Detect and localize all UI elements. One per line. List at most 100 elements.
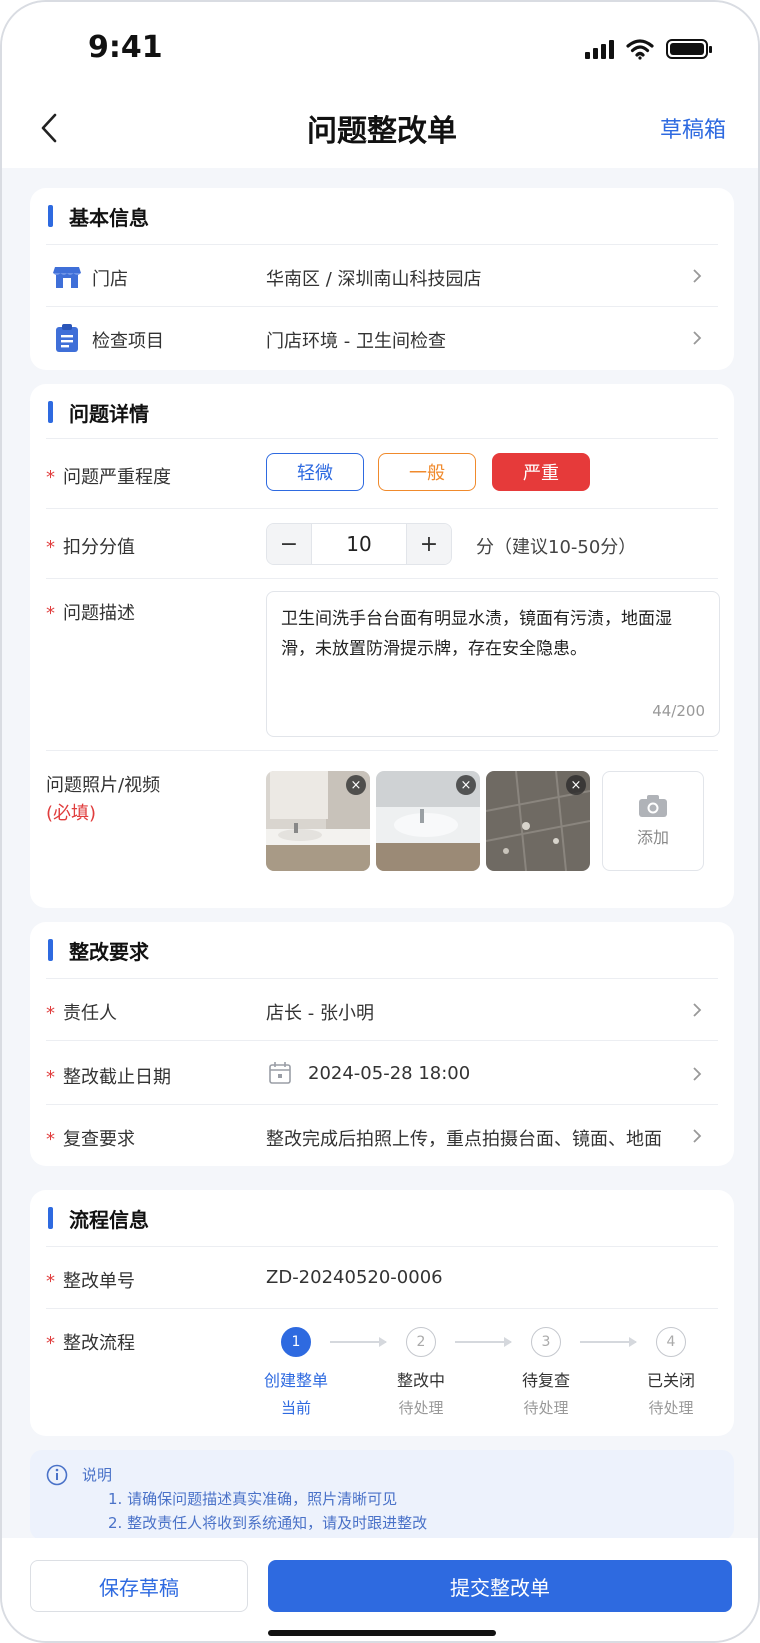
add-photo-button[interactable]: 添加	[602, 771, 704, 871]
note-title: 说明	[82, 1466, 113, 1484]
description-label: * 问题描述	[46, 603, 135, 624]
severity-label: * 问题严重程度	[46, 467, 171, 488]
step-number: 4	[656, 1327, 686, 1357]
description-text: 卫生间洗手台台面有明显水渍，镜面有污渍，地面湿滑，未放置防滑提示牌，存在安全隐患…	[281, 609, 672, 659]
severity-severe-button[interactable]: 严重	[492, 453, 590, 491]
section-title: 整改要求	[48, 936, 149, 964]
deduction-input[interactable]: 10	[311, 524, 407, 564]
bottom-action-bar: 保存草稿 提交整改单	[2, 1538, 758, 1641]
photos-required: (必填)	[46, 803, 97, 824]
add-photo-label: 添加	[636, 828, 669, 847]
description-row: * 问题描述 卫生间洗手台台面有明显水渍，镜面有污渍，地面湿滑，未放置防滑提示牌，…	[46, 578, 720, 750]
step-state: 当前	[280, 1399, 311, 1417]
severity-row: * 问题严重程度 轻微 一般 严重	[46, 438, 718, 508]
deduction-row: * 扣分分值 − 10 + 分（建议10-50分）	[46, 508, 718, 578]
basic-info-card: 基本信息 门店 华南区 / 深圳南山科技园店 检查项目 门店环境 - 卫生间检查	[30, 188, 734, 370]
increment-button[interactable]: +	[407, 524, 451, 564]
flow-row: * 整改流程 1 创建整单 当前 2 整改中 待处理 3 待复查 待处理 4 已…	[46, 1308, 718, 1434]
store-icon	[52, 261, 82, 291]
submit-button[interactable]: 提交整改单	[268, 1560, 732, 1612]
drafts-link[interactable]: 草稿箱	[660, 112, 726, 144]
step-closed: 4 已关闭 待处理	[621, 1327, 721, 1418]
store-label: 门店	[92, 269, 128, 290]
order-number-value: ZD-20240520-0006	[266, 1267, 443, 1288]
camera-icon	[639, 795, 667, 817]
owner-label: * 责任人	[46, 1003, 117, 1024]
deduction-label: * 扣分分值	[46, 537, 135, 558]
store-value: 华南区 / 深圳南山科技园店	[266, 269, 482, 290]
decrement-button[interactable]: −	[267, 524, 311, 564]
store-row[interactable]: 门店 华南区 / 深圳南山科技园店	[46, 244, 718, 306]
deduction-stepper: − 10 +	[266, 523, 452, 565]
save-draft-button[interactable]: 保存草稿	[30, 1560, 248, 1612]
inspection-label: 检查项目	[92, 331, 164, 352]
status-icons	[585, 38, 712, 60]
recheck-label: * 复查要求	[46, 1129, 135, 1150]
photos-row: 问题照片/视频 (必填) × × × 添加	[46, 750, 718, 890]
severity-minor-button[interactable]: 轻微	[266, 453, 364, 491]
issue-details-card: 问题详情 * 问题严重程度 轻微 一般 严重 * 扣分分值 − 10 + 分（建议1…	[30, 384, 734, 908]
section-title: 基本信息	[48, 202, 149, 230]
step-name: 已关闭	[646, 1371, 695, 1390]
order-number-label: * 整改单号	[46, 1271, 135, 1292]
step-number: 2	[406, 1327, 436, 1357]
step-number: 3	[531, 1327, 561, 1357]
wifi-icon	[626, 39, 654, 60]
chevron-right-icon	[693, 1129, 702, 1143]
deadline-row[interactable]: * 整改截止日期 2024-05-28 18:00	[46, 1040, 718, 1104]
step-number: 1	[281, 1327, 311, 1357]
signal-icon	[585, 39, 614, 59]
step-name: 整改中	[396, 1371, 445, 1390]
order-number-row: * 整改单号 ZD-20240520-0006	[46, 1246, 718, 1308]
info-note: 说明 1. 请确保问题描述真实准确，照片清晰可见 2. 整改责任人将收到系统通知…	[30, 1450, 734, 1540]
recheck-row[interactable]: * 复查要求 整改完成后拍照上传，重点拍摄台面、镜面、地面	[46, 1104, 718, 1166]
severity-normal-button[interactable]: 一般	[378, 453, 476, 491]
deadline-label: * 整改截止日期	[46, 1067, 171, 1088]
remove-photo-button[interactable]: ×	[456, 775, 476, 795]
photo-thumbnail[interactable]: ×	[376, 771, 480, 871]
battery-icon	[666, 39, 712, 59]
step-state: 待处理	[523, 1399, 569, 1417]
step-recheck: 3 待复查 待处理	[496, 1327, 596, 1418]
status-time: 9:41	[88, 30, 163, 65]
chevron-right-icon	[693, 1003, 702, 1017]
deadline-value: 2024-05-28 18:00	[308, 1063, 471, 1084]
note-line: 1. 请确保问题描述真实准确，照片清晰可见	[108, 1490, 398, 1508]
char-counter: 44/200	[652, 702, 705, 720]
step-name: 待复查	[521, 1371, 570, 1390]
photos-label: 问题照片/视频	[46, 775, 161, 796]
deduction-hint: 分（建议10-50分）	[476, 537, 637, 558]
phone-screen: 9:41 问题整改单 草稿箱 基本信息 门店 华南区 / 深圳南山科技园店 检查…	[0, 0, 760, 1643]
process-info-card: 流程信息 * 整改单号 ZD-20240520-0006 * 整改流程 1 创建整单…	[30, 1190, 734, 1436]
rectify-requirements-card: 整改要求 * 责任人 店长 - 张小明 * 整改截止日期 2024-05-28 18…	[30, 922, 734, 1166]
description-textarea[interactable]: 卫生间洗手台台面有明显水渍，镜面有污渍，地面湿滑，未放置防滑提示牌，存在安全隐患…	[266, 591, 720, 737]
chevron-right-icon	[693, 1067, 702, 1081]
owner-row[interactable]: * 责任人 店长 - 张小明	[46, 978, 718, 1040]
step-rectifying: 2 整改中 待处理	[371, 1327, 471, 1418]
inspection-value: 门店环境 - 卫生间检查	[266, 331, 446, 352]
top-bar: 9:41 问题整改单 草稿箱	[2, 2, 758, 168]
calendar-icon	[269, 1062, 291, 1084]
step-name: 创建整单	[263, 1371, 328, 1390]
recheck-value: 整改完成后拍照上传，重点拍摄台面、镜面、地面	[266, 1129, 662, 1150]
step-state: 待处理	[398, 1399, 444, 1417]
page-title: 问题整改单	[307, 114, 457, 149]
chevron-right-icon	[693, 269, 702, 283]
section-title: 问题详情	[48, 398, 149, 426]
clipboard-icon	[52, 323, 82, 353]
home-indicator	[268, 1630, 496, 1636]
flow-label: * 整改流程	[46, 1333, 135, 1354]
remove-photo-button[interactable]: ×	[346, 775, 366, 795]
step-state: 待处理	[648, 1399, 694, 1417]
photo-thumbnail[interactable]: ×	[486, 771, 590, 871]
section-title: 流程信息	[48, 1204, 149, 1232]
process-steps: 1 创建整单 当前 2 整改中 待处理 3 待复查 待处理 4 已关闭 待处理	[246, 1327, 726, 1417]
info-icon	[46, 1464, 68, 1486]
step-create: 1 创建整单 当前	[246, 1327, 346, 1418]
photo-thumbnail[interactable]: ×	[266, 771, 370, 871]
inspection-row[interactable]: 检查项目 门店环境 - 卫生间检查	[46, 306, 718, 368]
chevron-right-icon	[693, 331, 702, 345]
note-line: 2. 整改责任人将收到系统通知，请及时跟进整改	[108, 1514, 428, 1532]
remove-photo-button[interactable]: ×	[566, 775, 586, 795]
owner-value: 店长 - 张小明	[266, 1003, 374, 1024]
